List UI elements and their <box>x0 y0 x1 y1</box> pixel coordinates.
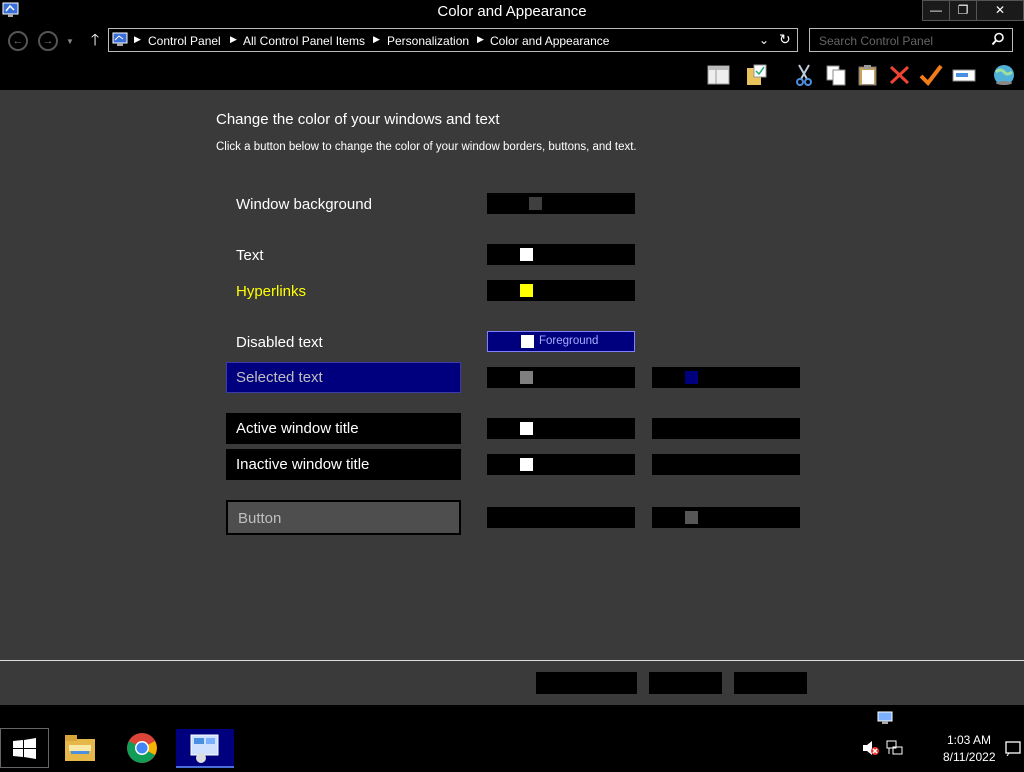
inactive-title-fg-swatch[interactable] <box>487 454 635 475</box>
checkmark-icon[interactable] <box>919 64 943 87</box>
search-icon[interactable] <box>991 32 1005 51</box>
page-subtitle: Click a button below to change the color… <box>216 141 637 153</box>
back-button[interactable]: ← <box>8 31 28 51</box>
breadcrumb-control-panel[interactable]: Control Panel <box>148 34 221 48</box>
breadcrumb-all-items[interactable]: All Control Panel Items <box>243 34 365 48</box>
search-box[interactable]: Search Control Panel <box>809 28 1013 52</box>
cut-icon[interactable] <box>792 64 816 86</box>
save-changes-button[interactable] <box>536 672 637 694</box>
button-label: Button <box>238 510 282 527</box>
disabled-text-foreground-swatch[interactable]: Foreground <box>487 331 635 352</box>
search-input[interactable]: Search Control Panel <box>819 34 933 48</box>
window-background-swatch[interactable] <box>487 193 635 214</box>
selected-text-label: Selected text <box>236 369 323 386</box>
refresh-icon[interactable]: ↻ <box>779 31 791 48</box>
breadcrumb-personalization[interactable]: Personalization <box>387 34 469 48</box>
forward-button[interactable]: → <box>38 31 58 51</box>
content-pane: Change the color of your windows and tex… <box>0 90 1024 660</box>
inactive-window-title-sample[interactable]: Inactive window title <box>226 449 461 480</box>
network-icon[interactable] <box>886 740 904 756</box>
control-panel-icon <box>112 32 128 48</box>
start-icon[interactable] <box>0 728 49 768</box>
inactive-title-bg-swatch[interactable] <box>652 454 800 475</box>
layout-icon[interactable] <box>707 64 731 86</box>
breadcrumb-color-appearance[interactable]: Color and Appearance <box>490 34 609 48</box>
color-chip <box>529 197 542 210</box>
color-chip <box>520 248 533 261</box>
close-button[interactable]: ✕ <box>976 0 1024 21</box>
selected-text-sample[interactable]: Selected text <box>226 362 461 393</box>
file-explorer-icon[interactable] <box>62 731 98 765</box>
control-panel-taskbar-icon[interactable] <box>176 729 234 768</box>
color-chip <box>520 284 533 297</box>
window-background-label[interactable]: Window background <box>236 196 372 213</box>
title-bar: Color and Appearance — ❐ ✕ <box>0 0 1024 24</box>
breadcrumb-separator: ▶ <box>230 34 237 44</box>
maximize-button[interactable]: ❐ <box>949 0 977 21</box>
selected-text-bg-swatch[interactable] <box>652 367 800 388</box>
folder-check-icon[interactable] <box>745 64 769 86</box>
clock-date[interactable]: 8/11/2022 <box>943 750 996 764</box>
hyperlinks-color-swatch[interactable] <box>487 280 635 301</box>
taskbar: 1:03 AM 8/11/2022 <box>0 705 1024 768</box>
color-chip <box>520 371 533 384</box>
active-title-bg-swatch[interactable] <box>652 418 800 439</box>
active-window-title-sample[interactable]: Active window title <box>226 413 461 444</box>
recent-locations-icon[interactable]: ▼ <box>66 37 74 46</box>
hyperlinks-label[interactable]: Hyperlinks <box>236 283 306 300</box>
apply-button[interactable] <box>649 672 722 694</box>
rename-icon[interactable] <box>952 64 976 86</box>
breadcrumb-separator: ▶ <box>477 34 484 44</box>
color-chip <box>521 335 534 348</box>
volume-muted-icon[interactable] <box>862 740 880 756</box>
delete-icon[interactable] <box>888 64 912 86</box>
foreground-label: Foreground <box>539 335 599 347</box>
address-bar[interactable]: ▶ Control Panel ▶ All Control Panel Item… <box>108 28 798 52</box>
disabled-text-label[interactable]: Disabled text <box>236 334 323 351</box>
selected-text-fg-swatch[interactable] <box>487 367 635 388</box>
inactive-window-title-label: Inactive window title <box>236 456 370 473</box>
active-title-fg-swatch[interactable] <box>487 418 635 439</box>
up-button[interactable]: 🡑 <box>86 31 104 51</box>
clock-time[interactable]: 1:03 AM <box>947 733 991 747</box>
color-chip <box>685 511 698 524</box>
paste-icon[interactable] <box>856 64 880 86</box>
text-color-swatch[interactable] <box>487 244 635 265</box>
breadcrumb-separator: ▶ <box>134 34 141 44</box>
dialog-footer <box>0 660 1024 705</box>
minimize-button[interactable]: — <box>922 0 950 21</box>
globe-icon[interactable] <box>991 64 1015 86</box>
notifications-icon[interactable] <box>1005 740 1021 757</box>
toolbar <box>0 60 1024 90</box>
button-bg-swatch[interactable] <box>652 507 800 528</box>
color-chip <box>520 422 533 435</box>
network-notification-icon[interactable] <box>876 711 894 725</box>
active-window-title-label: Active window title <box>236 420 359 437</box>
color-chip <box>520 458 533 471</box>
copy-icon[interactable] <box>824 64 848 86</box>
button-fg-swatch[interactable] <box>487 507 635 528</box>
page-title: Change the color of your windows and tex… <box>216 111 500 128</box>
chevron-down-icon[interactable]: ⌄ <box>759 33 769 47</box>
color-chip <box>685 371 698 384</box>
button-sample[interactable]: Button <box>226 500 461 535</box>
chrome-icon[interactable] <box>126 732 158 764</box>
window-title: Color and Appearance <box>437 3 587 20</box>
cancel-button[interactable] <box>734 672 807 694</box>
breadcrumb-separator: ▶ <box>373 34 380 44</box>
text-label[interactable]: Text <box>236 247 264 264</box>
